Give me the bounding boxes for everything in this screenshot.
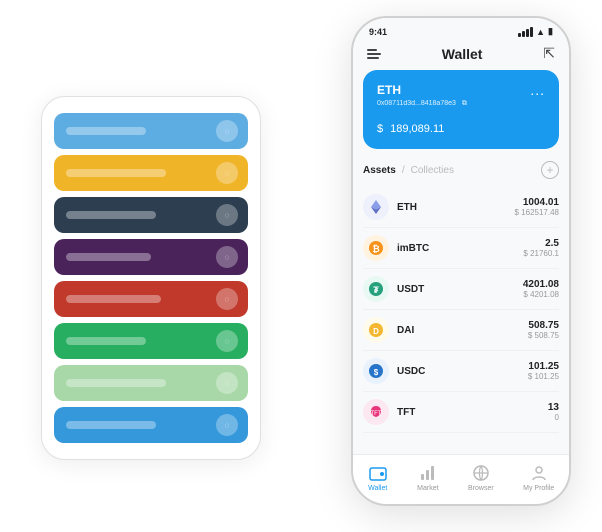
imbtc-amount: 2.5 [523, 238, 559, 249]
card-dot-4: ◌ [216, 246, 238, 268]
asset-values-dai: 508.75 $ 508.75 [528, 320, 559, 340]
tab-assets[interactable]: Assets [363, 165, 396, 176]
assets-tabs: Assets / Collecties [363, 165, 454, 176]
card-item-3: ◌ [54, 197, 248, 233]
add-asset-button[interactable]: + [541, 161, 559, 179]
usdc-amount: 101.25 [528, 361, 559, 372]
dai-usd: $ 508.75 [528, 331, 559, 340]
nav-wallet[interactable]: Wallet [368, 463, 388, 492]
wallet-card: ETH ... 0x08711d3d...8418a78e3 ⧉ $ 189,0… [363, 70, 559, 149]
tab-separator: / [402, 165, 405, 176]
card-item-4: ◌ [54, 239, 248, 275]
asset-symbol-usdc: USDC [397, 366, 528, 377]
nav-wallet-label: Wallet [368, 485, 387, 492]
phone-nav: Wallet Market [353, 454, 569, 504]
asset-symbol-eth: ETH [397, 202, 515, 213]
card-dot-8: ◌ [216, 414, 238, 436]
asset-symbol-tft: TFT [397, 407, 548, 418]
svg-text:₿: ₿ [372, 244, 379, 254]
asset-row-imbtc[interactable]: ₿ imBTC 2.5 $ 21760.1 [363, 228, 559, 269]
svg-text:$: $ [374, 368, 379, 377]
phone-header: Wallet ⇱ [353, 41, 569, 70]
scene: ◌ ◌ ◌ ◌ ◌ ◌ ◌ ◌ [21, 16, 581, 516]
asset-values-tft: 13 0 [548, 402, 559, 422]
usdt-icon: ₮ [363, 276, 389, 302]
wifi-icon: ▲ [536, 27, 545, 37]
asset-values-usdt: 4201.08 $ 4201.08 [523, 279, 559, 299]
asset-row-eth[interactable]: ETH 1004.01 $ 162517.48 [363, 187, 559, 228]
phone-mockup: 9:41 ▲ ▮ Wallet ⇱ [351, 16, 571, 506]
phone-content: ETH ... 0x08711d3d...8418a78e3 ⧉ $ 189,0… [353, 70, 569, 454]
asset-row-usdc[interactable]: $ USDC 101.25 $ 101.25 [363, 351, 559, 392]
nav-browser-label: Browser [468, 485, 494, 492]
card-dot-7: ◌ [216, 372, 238, 394]
profile-nav-icon [529, 463, 549, 483]
eth-amount: 1004.01 [515, 197, 560, 208]
card-stack: ◌ ◌ ◌ ◌ ◌ ◌ ◌ ◌ [41, 96, 261, 460]
page-title: Wallet [442, 46, 483, 62]
wallet-address: 0x08711d3d...8418a78e3 ⧉ [377, 100, 545, 108]
asset-values-imbtc: 2.5 $ 21760.1 [523, 238, 559, 258]
asset-values-eth: 1004.01 $ 162517.48 [515, 197, 560, 217]
tft-amount: 13 [548, 402, 559, 413]
usdc-icon: $ [363, 358, 389, 384]
card-item-7: ◌ [54, 365, 248, 401]
card-item-6: ◌ [54, 323, 248, 359]
expand-icon[interactable]: ⇱ [543, 45, 555, 62]
usdc-usd: $ 101.25 [528, 372, 559, 381]
usdt-usd: $ 4201.08 [523, 290, 559, 299]
dai-amount: 508.75 [528, 320, 559, 331]
wallet-card-header: ETH ... [377, 82, 545, 98]
browser-nav-icon [471, 463, 491, 483]
tft-icon: TFT [363, 399, 389, 425]
wallet-nav-icon [368, 463, 388, 483]
svg-text:TFT: TFT [371, 411, 382, 417]
assets-header: Assets / Collecties + [363, 161, 559, 179]
status-time: 9:41 [369, 27, 387, 37]
card-dot-3: ◌ [216, 204, 238, 226]
eth-usd: $ 162517.48 [515, 208, 560, 217]
svg-text:₮: ₮ [373, 285, 379, 295]
tab-collecties[interactable]: Collecties [411, 165, 454, 176]
card-item-1: ◌ [54, 113, 248, 149]
nav-profile[interactable]: My Profile [523, 463, 554, 492]
card-item-2: ◌ [54, 155, 248, 191]
copy-icon[interactable]: ⧉ [462, 100, 467, 107]
tft-usd: 0 [548, 413, 559, 422]
card-item-8: ◌ [54, 407, 248, 443]
menu-icon[interactable] [367, 49, 381, 59]
imbtc-icon: ₿ [363, 235, 389, 261]
card-dot-5: ◌ [216, 288, 238, 310]
eth-icon [363, 194, 389, 220]
market-nav-icon [418, 463, 438, 483]
nav-browser[interactable]: Browser [468, 463, 494, 492]
usdt-amount: 4201.08 [523, 279, 559, 290]
card-item-5: ◌ [54, 281, 248, 317]
battery-icon: ▮ [548, 26, 553, 37]
dai-icon: D [363, 317, 389, 343]
status-bar: 9:41 ▲ ▮ [353, 18, 569, 41]
card-dot-2: ◌ [216, 162, 238, 184]
asset-row-dai[interactable]: D DAI 508.75 $ 508.75 [363, 310, 559, 351]
asset-row-tft[interactable]: TFT TFT 13 0 [363, 392, 559, 433]
asset-symbol-imbtc: imBTC [397, 243, 523, 254]
wallet-balance: $ 189,089.11 [377, 116, 545, 137]
card-dot-1: ◌ [216, 120, 238, 142]
nav-market[interactable]: Market [417, 463, 438, 492]
card-dot-6: ◌ [216, 330, 238, 352]
asset-list: ETH 1004.01 $ 162517.48 ₿ imBTC 2.5 $ 21… [363, 187, 559, 454]
asset-symbol-dai: DAI [397, 325, 528, 336]
asset-row-usdt[interactable]: ₮ USDT 4201.08 $ 4201.08 [363, 269, 559, 310]
svg-text:D: D [373, 327, 379, 336]
imbtc-usd: $ 21760.1 [523, 249, 559, 258]
wallet-options-button[interactable]: ... [530, 82, 545, 98]
nav-profile-label: My Profile [523, 485, 554, 492]
asset-symbol-usdt: USDT [397, 284, 523, 295]
status-icons: ▲ ▮ [518, 26, 553, 37]
nav-market-label: Market [417, 485, 438, 492]
asset-values-usdc: 101.25 $ 101.25 [528, 361, 559, 381]
wallet-currency: ETH [377, 83, 401, 97]
